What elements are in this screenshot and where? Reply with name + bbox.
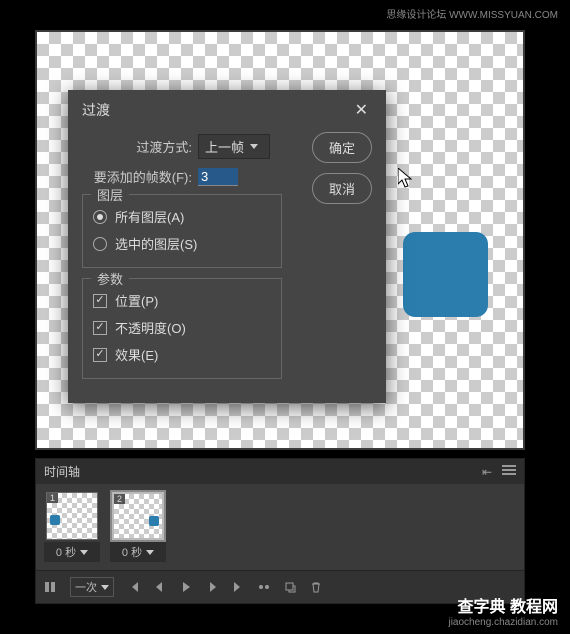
params-legend: 参数 — [91, 269, 129, 288]
check-opacity-label: 不透明度(O) — [115, 318, 186, 337]
check-opacity[interactable]: 不透明度(O) — [93, 314, 271, 341]
radio-all-layers-label: 所有图层(A) — [115, 207, 184, 226]
chevron-down-icon — [101, 585, 109, 590]
radio-selected-layers-label: 选中的图层(S) — [115, 234, 197, 253]
tween-method-value: 上一帧 — [205, 137, 244, 156]
frame-delay-select[interactable]: 0 秒 — [44, 542, 100, 562]
blue-rounded-rect — [403, 232, 488, 317]
ok-button[interactable]: 确定 — [312, 132, 372, 163]
frame-number: 1 — [47, 493, 58, 503]
frame-number: 2 — [114, 494, 125, 504]
timeline-title: 时间轴 — [44, 463, 80, 480]
prev-frame-icon[interactable] — [154, 581, 166, 593]
tween-dialog: 过渡 ✕ 确定 取消 过渡方式: 上一帧 要添加的帧数(F): 图层 所有图层(… — [68, 90, 386, 403]
watermark-bottom: 查字典 教程网 jiaocheng.chazidian.com — [448, 593, 558, 628]
delete-frame-icon[interactable] — [310, 581, 322, 593]
tween-method-select[interactable]: 上一帧 — [198, 134, 270, 159]
convert-timeline-icon[interactable] — [44, 581, 56, 593]
frame-delay-value: 0 秒 — [56, 544, 76, 560]
frames-to-add-input[interactable] — [198, 168, 238, 186]
check-effect[interactable]: 效果(E) — [93, 341, 271, 368]
check-position-label: 位置(P) — [115, 291, 158, 310]
duplicate-frame-icon[interactable] — [284, 581, 296, 593]
layers-fieldset: 图层 所有图层(A) 选中的图层(S) — [82, 194, 282, 268]
dialog-header: 过渡 ✕ — [68, 90, 386, 130]
frames-to-add-label: 要添加的帧数(F): — [82, 167, 192, 186]
tween-method-label: 过渡方式: — [82, 137, 192, 156]
tween-icon[interactable] — [258, 581, 270, 593]
timeline-panel: 时间轴 ⇤ 1 0 秒 2 0 秒 — [35, 458, 525, 604]
chevron-down-icon — [250, 144, 258, 149]
frame-content-icon — [50, 515, 60, 525]
layers-legend: 图层 — [91, 185, 129, 204]
watermark-bottom-title: 查字典 教程网 — [448, 593, 558, 617]
frame-delay-select[interactable]: 0 秒 — [110, 542, 166, 562]
chevron-down-icon — [146, 550, 154, 555]
radio-selected-layers[interactable]: 选中的图层(S) — [93, 230, 271, 257]
last-frame-icon[interactable] — [232, 581, 244, 593]
watermark-bottom-url: jiaocheng.chazidian.com — [448, 617, 558, 628]
frame-delay-value: 0 秒 — [122, 544, 142, 560]
check-effect-label: 效果(E) — [115, 345, 158, 364]
timeline-dock-icon[interactable]: ⇤ — [482, 465, 492, 479]
dialog-title: 过渡 — [82, 100, 110, 120]
chevron-down-icon — [80, 550, 88, 555]
loop-select[interactable]: 一次 — [70, 577, 114, 597]
first-frame-icon[interactable] — [128, 581, 140, 593]
checkbox-icon — [93, 321, 107, 335]
timeline-frames: 1 0 秒 2 0 秒 — [36, 484, 524, 570]
radio-icon — [93, 237, 107, 251]
frame-content-icon — [149, 516, 159, 526]
radio-all-layers[interactable]: 所有图层(A) — [93, 203, 271, 230]
check-position[interactable]: 位置(P) — [93, 287, 271, 314]
close-icon[interactable]: ✕ — [351, 100, 372, 120]
checkbox-icon — [93, 294, 107, 308]
next-frame-icon[interactable] — [206, 581, 218, 593]
watermark-top: 思缘设计论坛 WWW.MISSYUAN.COM — [386, 6, 558, 21]
timeline-menu-icon[interactable] — [502, 465, 516, 479]
play-icon[interactable] — [180, 581, 192, 593]
radio-icon — [93, 210, 107, 224]
params-fieldset: 参数 位置(P) 不透明度(O) 效果(E) — [82, 278, 282, 379]
timeline-frame[interactable]: 2 0 秒 — [110, 492, 166, 562]
loop-value: 一次 — [75, 579, 97, 595]
checkbox-icon — [93, 348, 107, 362]
cancel-button[interactable]: 取消 — [312, 173, 372, 204]
timeline-frame[interactable]: 1 0 秒 — [44, 492, 100, 562]
